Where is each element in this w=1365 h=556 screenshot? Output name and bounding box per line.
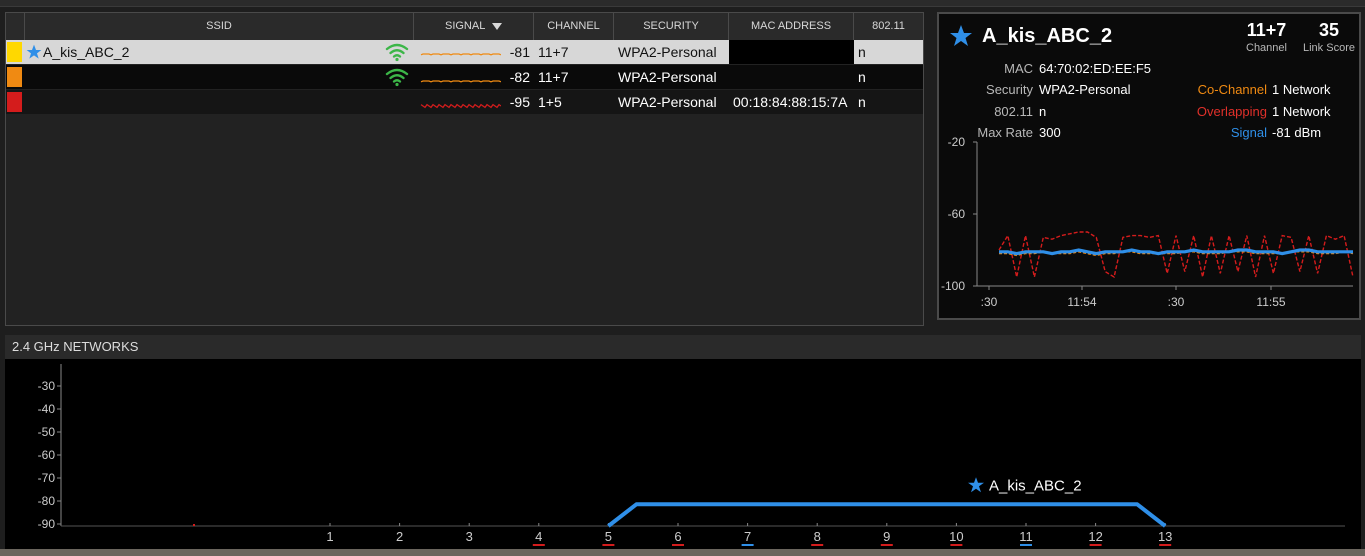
x-tick-label: :30 [1168,295,1185,309]
channel-graph: -30-40-50-60-70-80-901 2 3 4 5 6 7 8 9 10 11 12 13A_… [38,364,1345,546]
detail-network-name: A_kis_ABC_2 [982,25,1113,47]
channel-tick-label[interactable]: 3 [466,529,473,544]
table-row[interactable]: -82 11+7 WPA2-Personal n [6,65,923,89]
row-ssid: A_kis_ABC_2 [43,44,130,60]
header-channel[interactable]: CHANNEL [534,13,614,40]
y-tick-label: -60 [948,207,966,221]
x-tick-label: 11:55 [1256,295,1285,309]
network-table: SSID SIGNAL CHANNEL SECURITY MAC ADDRESS… [5,12,924,326]
overlapping-label: Overlapping [1196,104,1267,119]
row-mac: 00:18:84:88:15:7A [733,94,848,110]
detail-phy-label: 802.11 [994,104,1033,119]
row-channel: 11+7 [538,69,569,85]
top-strip [0,0,1365,7]
y-tick-label: -30 [38,379,56,393]
network-channel-shape[interactable] [607,502,1167,528]
band-panel-title: 2.4 GHz NETWORKS [5,335,1361,359]
channel-tick-label[interactable]: 4 [535,529,542,544]
x-tick-label: 11:54 [1067,295,1096,309]
y-tick-label: -20 [948,135,966,149]
star-icon[interactable] [949,24,973,48]
row-color-swatch [7,42,22,62]
y-tick-label: -50 [38,425,56,439]
band-panel: -30 -40 -50 -60 -70 -80 -90 1 2 3 4 5 6 7 8 9 10 11 12 13 A_… [5,359,1361,549]
y-tick-label: -60 [38,448,56,462]
bottom-strip [0,549,1365,556]
row-signal: -95 [509,94,530,110]
header-phy[interactable]: 802.11 [854,13,923,40]
channel-tick-label[interactable]: 5 [605,529,612,544]
detail-phy-value: n [1039,104,1047,119]
header-color [6,13,25,40]
header-mac[interactable]: MAC ADDRESS [729,13,854,40]
channel-tick-label[interactable]: 11 [1019,529,1033,544]
detail-channel-value: 11+7 [1246,20,1287,40]
channel-tick-label[interactable]: 8 [814,529,821,544]
y-tick-label: -70 [38,471,56,485]
detail-panel: A_kis_ABC_2 11+7 Channel 35 Link Score M… [937,12,1361,320]
row-phy: n [858,69,866,85]
header-security[interactable]: SECURITY [614,13,729,40]
row-security: WPA2-Personal [618,94,717,110]
detail-security-value: WPA2-Personal [1039,82,1131,97]
wifi-icon [385,43,409,62]
channel-tick-label[interactable]: 12 [1088,529,1102,544]
header-signal[interactable]: SIGNAL [414,13,534,40]
row-mac [729,65,854,89]
co-channel-label: Co-Channel [1197,82,1267,97]
y-tick-label: -100 [941,279,965,293]
row-ssid [43,90,373,114]
star-icon [968,477,984,493]
row-security: WPA2-Personal [618,69,717,85]
signal-sparkline [420,103,501,109]
row-mac [729,40,854,64]
row-channel: 11+7 [538,44,569,60]
detail-channel-label: Channel [1246,42,1287,54]
star-icon[interactable] [26,44,42,60]
y-tick-label: -40 [38,402,56,416]
header-ssid[interactable]: SSID [25,13,414,40]
detail-mac-value: 64:70:02:ED:EE:F5 [1039,61,1152,76]
row-phy: n [858,94,866,110]
channel-tick-label[interactable]: 2 [396,529,403,544]
channel-tick-label[interactable]: 6 [674,529,681,544]
row-signal: -81 [509,44,530,60]
channel-tick-label[interactable]: 13 [1158,529,1172,544]
row-color-swatch [7,67,22,87]
channel-tick-label[interactable]: 1 [326,529,333,544]
network-label: A_kis_ABC_2 [989,477,1082,494]
row-security: WPA2-Personal [618,44,717,60]
table-row[interactable]: -95 1+5 WPA2-Personal 00:18:84:88:15:7A n [6,90,923,114]
signal-sparkline [420,53,501,56]
co-channel-value: 1 Network [1272,82,1331,97]
wifi-icon [385,68,409,87]
row-signal: -82 [509,69,530,85]
channel-tick-label[interactable]: 10 [949,529,963,544]
y-tick-label: -80 [38,494,56,508]
y-tick-label: -90 [38,517,56,531]
series-line [999,248,1353,256]
detail-link-score-label: Link Score [1303,42,1355,54]
row-color-swatch [7,92,22,112]
detail-mac-label: MAC [1004,61,1033,76]
detail-security-label: Security [986,82,1033,97]
x-tick-label: :30 [981,295,998,309]
signal-sparkline [420,80,501,83]
row-phy: n [858,44,866,60]
header-signal-label: SIGNAL [444,20,485,32]
row-ssid [43,65,373,89]
signal-history-chart: -20 -60 -100 :30 11:54 :30 11:55 [941,135,1354,309]
triangle-down-icon [492,22,502,30]
table-row[interactable]: A_kis_ABC_2 -81 11+7 WPA2-Personal n [6,40,923,64]
channel-tick-label[interactable]: 9 [883,529,890,544]
row-channel: 1+5 [538,94,562,110]
overlapping-value: 1 Network [1272,104,1331,119]
channel-tick-label[interactable]: 7 [744,529,751,544]
detail-link-score-value: 35 [1318,20,1340,40]
